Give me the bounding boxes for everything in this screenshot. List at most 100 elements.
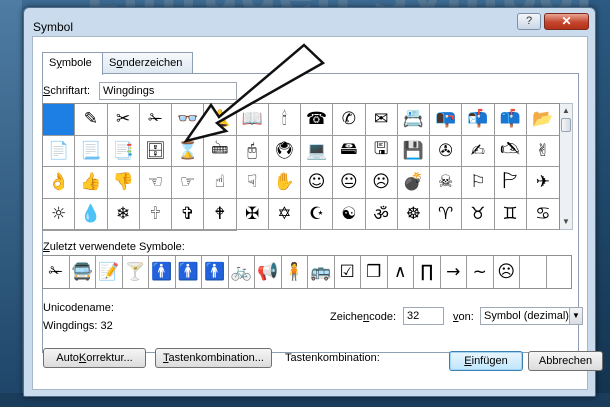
- symbol-cell[interactable]: ☹: [365, 167, 398, 199]
- symbol-cell[interactable]: ✍: [462, 135, 495, 167]
- symbol-cell[interactable]: ☸: [397, 198, 430, 230]
- symbol-cell[interactable]: ॐ: [365, 198, 398, 230]
- symbol-cell[interactable]: 🖴: [333, 135, 366, 167]
- recent-symbol-cell[interactable]: 🚍: [70, 256, 96, 288]
- recent-symbol-cell[interactable]: 🚹: [202, 256, 229, 288]
- chevron-down-icon[interactable]: ▼: [569, 308, 582, 324]
- symbol-cell[interactable]: 💧: [75, 198, 108, 230]
- symbol-cell[interactable]: 👎: [107, 167, 140, 199]
- symbol-cell[interactable]: ✋: [268, 167, 301, 199]
- symbol-cell[interactable]: ☠: [430, 167, 463, 199]
- title-bar[interactable]: Symbol ? ✕: [24, 8, 595, 36]
- symbol-cell[interactable]: ♋: [526, 199, 559, 230]
- scroll-thumb[interactable]: [561, 118, 571, 132]
- recent-symbol-cell[interactable]: ❒: [361, 256, 388, 288]
- symbol-cell[interactable]: ✂: [107, 104, 140, 136]
- tab-symbole[interactable]: Symbole: [42, 52, 103, 75]
- recent-symbol-cell[interactable]: 🧍: [282, 256, 308, 288]
- autocorrect-rest: orrektur...: [86, 352, 133, 364]
- symbol-cell[interactable]: ☯: [333, 198, 366, 230]
- symbol-cell[interactable]: 📬: [462, 104, 495, 136]
- symbol-cell[interactable]: 🕈: [204, 198, 237, 230]
- symbol-cell[interactable]: ✎: [75, 104, 108, 136]
- symbol-cell[interactable]: ♑: [204, 230, 237, 231]
- recent-symbol-cell[interactable]: ☑: [335, 256, 361, 288]
- shortcut-key-button[interactable]: Tastenkombination...: [155, 348, 272, 368]
- scroll-up-icon[interactable]: ▲: [560, 105, 572, 117]
- symbol-cell[interactable]: ☜: [139, 167, 172, 199]
- from-select[interactable]: Symbol (dezimal): [480, 307, 583, 325]
- symbol-cell[interactable]: 📫: [494, 104, 527, 136]
- symbol-cell[interactable]: 📂: [526, 104, 559, 136]
- symbol-cell[interactable]: ♉: [462, 198, 495, 230]
- symbol-cell[interactable]: ♎: [107, 230, 140, 231]
- symbol-cell[interactable]: 👌: [43, 167, 76, 199]
- symbol-cell[interactable]: 🗄: [139, 135, 172, 167]
- symbol-cell[interactable]: ❄: [107, 198, 140, 230]
- symbol-cell[interactable]: ♊: [494, 198, 527, 230]
- recent-symbol-cell-empty[interactable]: [520, 256, 547, 288]
- symbol-cell[interactable]: 📃: [75, 135, 108, 167]
- dialog-title: Symbol: [33, 20, 74, 34]
- recent-symbol-cell-empty[interactable]: [547, 256, 574, 288]
- symbol-cell[interactable]: ☺: [301, 167, 334, 199]
- symbol-cell[interactable]: 🏱: [494, 167, 527, 199]
- scroll-down-icon[interactable]: ▼: [560, 216, 572, 228]
- insert-button[interactable]: Einfügen: [449, 351, 523, 371]
- symbol-cell[interactable]: ✞: [172, 198, 205, 230]
- recent-symbol-cell[interactable]: 🚲: [229, 256, 255, 288]
- recent-symbol-cell[interactable]: ✁: [43, 256, 70, 288]
- close-button[interactable]: ✕: [544, 13, 589, 30]
- symbol-cell[interactable]: ✠: [236, 198, 269, 230]
- recent-symbol-cell[interactable]: ~: [467, 256, 494, 288]
- symbol-cell[interactable]: ♈: [430, 198, 463, 230]
- symbol-cell[interactable]: ♐: [172, 230, 205, 231]
- recent-symbol-cell[interactable]: 📝: [96, 256, 123, 288]
- symbol-cell[interactable]: ♌: [43, 230, 76, 231]
- symbol-cell[interactable]: ☝: [204, 167, 237, 199]
- recent-symbol-cell[interactable]: →: [441, 256, 467, 288]
- symbol-cell[interactable]: ☞: [172, 167, 205, 199]
- autocorrect-button[interactable]: AutoKorrektur...: [43, 348, 146, 368]
- recent-symbol-cell[interactable]: 🚌: [308, 256, 335, 288]
- symbol-grid-scrollbar[interactable]: ▲ ▼: [560, 103, 573, 230]
- character-code-input[interactable]: 32: [403, 307, 444, 325]
- recent-symbol-cell[interactable]: 🚹: [149, 256, 176, 288]
- symbol-cell[interactable]: 📄: [43, 135, 76, 167]
- symbol-cell[interactable]: ✁: [139, 104, 172, 136]
- cancel-button[interactable]: Abbrechen: [528, 351, 603, 371]
- symbol-cell[interactable]: 🖫: [365, 135, 398, 167]
- symbol-cell[interactable]: ✈: [526, 167, 559, 199]
- symbol-cell[interactable]: ✡: [268, 198, 301, 230]
- symbol-cell[interactable]: 💾: [397, 135, 430, 167]
- symbol-cell[interactable]: 📑: [107, 135, 140, 167]
- recent-symbol-cell[interactable]: 📢: [255, 256, 282, 288]
- symbol-cell[interactable]: ✌: [526, 136, 559, 167]
- symbol-cell[interactable]: 🕆: [139, 198, 172, 230]
- recent-symbol-cell[interactable]: 🍸: [123, 256, 149, 288]
- symbol-cell[interactable]: ✉: [365, 104, 398, 136]
- tab-sonderzeichen-rest: nderzeichen: [122, 57, 183, 69]
- symbol-cell[interactable]: ☪: [301, 198, 334, 230]
- symbol-cell[interactable]: 💣: [397, 167, 430, 199]
- symbol-cell[interactable]: ⚐: [462, 167, 495, 199]
- symbol-cell[interactable]: 📇: [397, 104, 430, 136]
- symbol-cell[interactable]: 🖎: [494, 135, 527, 167]
- desktop-background-left: [0, 0, 22, 407]
- symbol-cell[interactable]: ☟: [236, 167, 269, 199]
- character-code-label: Zeichencode:: [330, 311, 396, 323]
- recent-symbol-cell[interactable]: 🚹: [176, 256, 202, 288]
- symbol-cell[interactable]: ♏: [139, 230, 172, 231]
- recent-symbol-cell[interactable]: ∏: [414, 256, 441, 288]
- symbol-cell[interactable]: ♍: [75, 230, 108, 231]
- symbol-cell[interactable]: 👍: [75, 167, 108, 199]
- recent-symbol-cell[interactable]: ☹: [494, 256, 520, 288]
- symbol-cell[interactable]: ✆: [333, 104, 366, 136]
- symbol-cell[interactable]: 📭: [430, 104, 463, 136]
- recent-symbol-cell[interactable]: ∧: [388, 256, 414, 288]
- symbol-cell[interactable]: ✇: [430, 135, 463, 167]
- symbol-cell[interactable]: 😐: [333, 167, 366, 199]
- symbol-cell[interactable]: [43, 104, 76, 136]
- symbol-cell[interactable]: ☼: [43, 198, 76, 230]
- help-button[interactable]: ?: [517, 13, 541, 30]
